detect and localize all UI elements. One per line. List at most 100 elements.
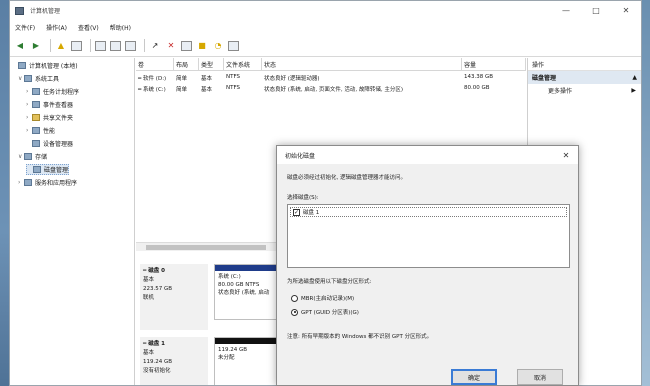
- tree-item-shared-folders[interactable]: › 共享文件夹: [26, 112, 73, 123]
- initialize-disk-dialog: 初始化磁盘 ✕ 磁盘必须经过初始化, 逻辑磁盘管理器才能访问。 选择磁盘(S):…: [276, 145, 579, 386]
- tree-item-label: 磁盘管理: [44, 167, 69, 174]
- up-folder-icon[interactable]: ▲: [55, 40, 67, 52]
- back-arrow-icon[interactable]: ◀: [14, 40, 26, 52]
- minimize-button[interactable]: —: [551, 1, 581, 20]
- maximize-button[interactable]: □: [581, 1, 611, 20]
- close-button[interactable]: ✕: [611, 1, 641, 20]
- tree-item-label: 性能: [43, 128, 56, 135]
- disk-0-info[interactable]: ━ 磁盘 0 基本 223.57 GB 联机: [140, 264, 208, 330]
- partition-bar: [215, 265, 281, 271]
- tree-item-system-tools[interactable]: ∨ 系统工具: [18, 73, 59, 84]
- disk-1-info[interactable]: ━ 磁盘 1 基本 119.24 GB 没有初始化: [140, 337, 208, 385]
- disk-size: 119.24 GB: [143, 359, 173, 365]
- help-icon[interactable]: [110, 40, 121, 51]
- volume-capacity: 80.00 GB: [464, 85, 490, 91]
- device-manager-icon: [32, 140, 40, 147]
- tree-item-storage[interactable]: ∨ 存储: [18, 151, 47, 162]
- tree-item-event-viewer[interactable]: › 事件查看器: [26, 99, 73, 110]
- delete-icon[interactable]: ✕: [165, 40, 177, 52]
- view-icon[interactable]: [228, 40, 239, 51]
- tree-item-device-manager[interactable]: 设备管理器: [26, 138, 73, 149]
- ok-button[interactable]: 确定: [451, 369, 497, 385]
- tree-item-label: 存储: [35, 154, 48, 161]
- show-hide-tree-icon[interactable]: [71, 40, 82, 51]
- column-header-status[interactable]: 状态: [262, 58, 462, 71]
- tree-item-task-scheduler[interactable]: › 任务计划程序: [26, 86, 79, 97]
- column-header-filesystem[interactable]: 文件系统: [224, 58, 262, 71]
- column-header-capacity[interactable]: 容量: [462, 58, 526, 71]
- tree-item-performance[interactable]: › 性能: [26, 125, 55, 136]
- table-row[interactable]: ━ 软件 (D:) 简单 基本 NTFS 状态良好 (逻辑驱动器) 143.38…: [136, 74, 526, 84]
- partition-unallocated[interactable]: 119.24 GB 未分配: [214, 337, 282, 385]
- computer-management-icon: [15, 6, 24, 15]
- volume-capacity: 143.38 GB: [464, 74, 494, 80]
- disk-management-icon: [33, 166, 41, 173]
- forward-arrow-icon[interactable]: ▶: [30, 40, 42, 52]
- search-icon[interactable]: ◔: [212, 40, 224, 52]
- connect-icon[interactable]: ↗: [149, 40, 161, 52]
- disk-item-label: 磁盘 1: [303, 210, 320, 216]
- partition-style-label: 为所选磁盘使用以下磁盘分区形式:: [287, 279, 372, 285]
- menu-help[interactable]: 帮助(H): [110, 23, 131, 32]
- partition-name: 系统 (C:): [218, 274, 241, 280]
- tree-item-disk-management[interactable]: 磁盘管理: [26, 164, 70, 175]
- mbr-radio-button[interactable]: [291, 294, 298, 302]
- volume-name: ━ 软件 (D:): [138, 76, 167, 82]
- gpt-radio-option[interactable]: GPT (GUID 分区表)(G): [291, 308, 359, 316]
- toolbar: ◀ ▶ ▲ ↗ ✕ ■ ◔: [10, 35, 641, 57]
- properties-icon[interactable]: [95, 40, 106, 51]
- title-bar[interactable]: 计算机管理 — □ ✕: [10, 1, 641, 20]
- desktop-background-left: [0, 0, 9, 386]
- navigation-tree: 计算机管理 (本地) ∨ 系统工具 › 任务计划程序 › 事件查看器 › 共享文…: [10, 58, 135, 385]
- disk-list-icon[interactable]: [125, 40, 136, 51]
- more-actions-item[interactable]: 更多操作 ▶: [528, 84, 641, 97]
- folder-icon[interactable]: ■: [196, 40, 208, 52]
- partition-detail: 80.00 GB NTFS: [218, 282, 260, 288]
- cancel-button[interactable]: 取消: [517, 369, 563, 385]
- disk-checkbox[interactable]: ✓: [293, 208, 300, 216]
- partition-system-c[interactable]: 系统 (C:) 80.00 GB NTFS 状态良好 (系统, 启动: [214, 264, 282, 320]
- actions-section-disk-management[interactable]: 磁盘管理 ▲: [528, 71, 641, 84]
- storage-icon: [24, 153, 32, 160]
- tree-item-label: 共享文件夹: [43, 115, 74, 122]
- desktop-background-right: [642, 0, 650, 386]
- table-row[interactable]: ━ 系统 (C:) 简单 基本 NTFS 状态良好 (系统, 启动, 页面文件,…: [136, 85, 526, 95]
- services-icon: [24, 179, 32, 186]
- dialog-close-button[interactable]: ✕: [560, 149, 572, 161]
- toolbar-separator: [144, 39, 145, 52]
- mbr-radio-label: MBR(主启动记录)(M): [301, 296, 355, 302]
- tree-item-label: 设备管理器: [43, 141, 74, 148]
- tree-item-label: 系统工具: [35, 76, 60, 83]
- disk-list-item[interactable]: ✓ 磁盘 1: [290, 207, 567, 217]
- collapse-arrow-icon[interactable]: ▲: [632, 74, 637, 81]
- volume-list-header: 卷 布局 类型 文件系统 状态 容量: [136, 58, 526, 71]
- tools-icon: [24, 75, 32, 82]
- menu-action[interactable]: 操作(A): [46, 23, 67, 32]
- submenu-arrow-icon: ▶: [631, 87, 636, 94]
- disk-kind: 基本: [143, 350, 155, 356]
- scrollbar-thumb[interactable]: [146, 245, 266, 250]
- tree-item-computer-management[interactable]: 计算机管理 (本地): [12, 60, 78, 71]
- menu-file[interactable]: 文件(F): [15, 23, 35, 32]
- partition-status: 未分配: [218, 355, 235, 361]
- tree-item-services-applications[interactable]: › 服务和应用程序: [18, 177, 77, 188]
- disk-select-list[interactable]: ✓ 磁盘 1: [287, 204, 570, 268]
- actions-section-label: 磁盘管理: [532, 75, 557, 82]
- performance-icon: [32, 127, 40, 134]
- dialog-title-bar[interactable]: 初始化磁盘 ✕: [277, 146, 578, 164]
- mbr-radio-option[interactable]: MBR(主启动记录)(M): [291, 294, 354, 302]
- column-header-volume[interactable]: 卷: [136, 58, 174, 71]
- volume-filesystem: NTFS: [226, 74, 241, 80]
- column-header-layout[interactable]: 布局: [174, 58, 199, 71]
- computer-icon: [18, 62, 26, 69]
- gpt-radio-button[interactable]: [291, 308, 298, 316]
- disk-size: 223.57 GB: [143, 286, 173, 292]
- volume-type: 基本: [201, 76, 213, 82]
- menu-view[interactable]: 查看(V): [78, 23, 99, 32]
- window-title: 计算机管理: [30, 8, 61, 15]
- select-disk-label: 选择磁盘(S):: [287, 195, 319, 201]
- checkbox-icon[interactable]: [181, 40, 192, 51]
- gpt-compatibility-note: 注意: 所有早期版本的 Windows 都不识别 GPT 分区形式。: [287, 334, 433, 340]
- toolbar-separator: [50, 39, 51, 52]
- column-header-type[interactable]: 类型: [199, 58, 224, 71]
